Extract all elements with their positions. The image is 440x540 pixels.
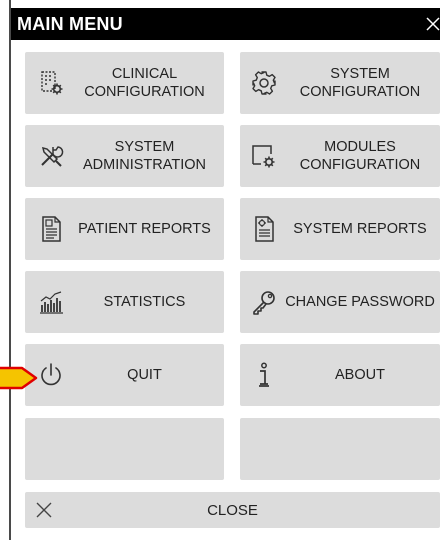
system-reports-label: SYSTEM REPORTS xyxy=(293,220,427,237)
patient-reports-label: PATIENT REPORTS xyxy=(78,220,211,237)
system-administration-label: SYSTEM ADMINISTRATION xyxy=(83,138,206,173)
empty-tile-right xyxy=(240,418,440,480)
quit-label: QUIT xyxy=(127,366,162,383)
modules-configuration-label: MODULES CONFIGURATION xyxy=(299,138,421,173)
tools-icon xyxy=(37,142,65,170)
clinical-configuration-label: CLINICAL CONFIGURATION xyxy=(84,65,205,100)
system-reports-button[interactable]: SYSTEM REPORTS xyxy=(240,198,440,260)
close-label: CLOSE xyxy=(207,501,258,519)
clinical-configuration-button[interactable]: CLINICAL CONFIGURATION xyxy=(25,52,224,114)
close-button[interactable]: CLOSE xyxy=(25,492,440,528)
window-edge xyxy=(9,0,11,540)
menu-grid: CLINICAL CONFIGURATION SYSTEM CONFIGURAT… xyxy=(25,52,440,482)
gear-icon xyxy=(250,69,278,97)
window-title: MAIN MENU xyxy=(17,14,123,34)
report-gear-icon xyxy=(250,215,278,243)
chart-icon xyxy=(37,288,65,316)
pointer-arrow-icon xyxy=(0,366,38,390)
key-icon xyxy=(250,288,278,316)
about-button[interactable]: ABOUT xyxy=(240,344,440,406)
system-configuration-button[interactable]: SYSTEM CONFIGURATION xyxy=(240,52,440,114)
module-gear-icon xyxy=(250,142,278,170)
modules-configuration-button[interactable]: MODULES CONFIGURATION xyxy=(240,125,440,187)
power-icon xyxy=(37,361,65,389)
statistics-button[interactable]: STATISTICS xyxy=(25,271,224,333)
change-password-label: CHANGE PASSWORD xyxy=(285,293,435,310)
statistics-label: STATISTICS xyxy=(103,293,186,310)
about-label: ABOUT xyxy=(335,366,385,383)
system-configuration-label: SYSTEM CONFIGURATION xyxy=(299,65,421,100)
info-icon xyxy=(250,361,278,389)
patient-reports-button[interactable]: PATIENT REPORTS xyxy=(25,198,224,260)
quit-button[interactable]: QUIT xyxy=(25,344,224,406)
close-icon[interactable] xyxy=(424,14,440,34)
empty-tile-left xyxy=(25,418,224,480)
clinical-config-icon xyxy=(37,69,65,97)
change-password-button[interactable]: CHANGE PASSWORD xyxy=(240,271,440,333)
system-administration-button[interactable]: SYSTEM ADMINISTRATION xyxy=(25,125,224,187)
report-icon xyxy=(37,215,65,243)
title-bar: MAIN MENU xyxy=(11,8,440,40)
